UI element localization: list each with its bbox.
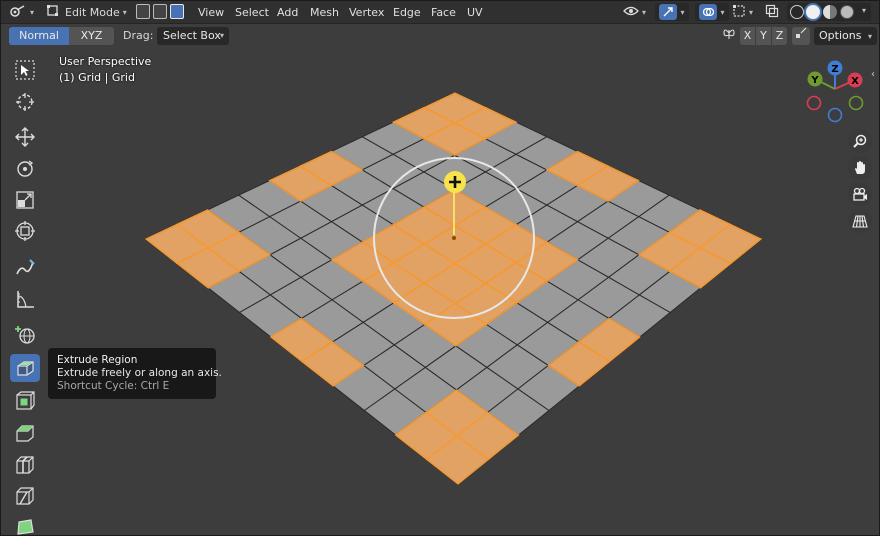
poly-build-icon	[17, 519, 34, 535]
z-axis-label: Z	[831, 64, 838, 75]
tool-cursor[interactable]	[10, 88, 40, 116]
rotate-icon	[17, 160, 34, 177]
grid-perspective-icon	[852, 215, 868, 228]
object-info: (1) Grid | Grid	[59, 71, 135, 84]
cursor-icon	[16, 93, 34, 111]
annotate-icon	[16, 259, 35, 275]
hand-icon	[855, 161, 865, 174]
sidebar-toggle-chevron-icon[interactable]: ‹	[871, 69, 879, 83]
navigation-gizmo[interactable]: Z X Y	[803, 57, 873, 123]
tooltip-title: Extrude Region	[57, 354, 138, 366]
select-box-icon	[15, 60, 35, 80]
add-object-icon	[15, 326, 35, 344]
zoom-icon	[853, 134, 867, 148]
tool-measure[interactable]	[10, 285, 40, 313]
x-axis-label: X	[851, 76, 859, 87]
knife-icon	[16, 487, 34, 505]
tooltip-shortcut: Shortcut Cycle: Ctrl E	[57, 380, 170, 392]
tool-loop-cut[interactable]	[10, 451, 40, 479]
zoom-view-button[interactable]	[848, 129, 872, 153]
view-name: User Perspective	[59, 55, 152, 68]
negative-x-axis-handle[interactable]	[806, 95, 822, 111]
tool-inset-faces[interactable]	[10, 387, 40, 415]
inset-faces-icon	[16, 391, 35, 410]
move-icon	[15, 127, 35, 147]
extrude-region-icon	[17, 361, 34, 376]
tool-transform[interactable]	[10, 217, 40, 245]
transform-icon	[15, 221, 35, 241]
tool-knife[interactable]	[10, 482, 40, 510]
scale-icon	[16, 191, 34, 209]
tool-extrude-region[interactable]	[10, 354, 40, 382]
tool-bevel[interactable]	[10, 419, 40, 447]
perspective-toggle-button[interactable]	[848, 209, 872, 233]
pan-view-button[interactable]	[848, 156, 872, 180]
negative-z-axis-handle[interactable]	[827, 107, 843, 123]
tooltip-description: Extrude freely or along an axis.	[57, 367, 222, 379]
tool-scale[interactable]	[10, 186, 40, 214]
tool-add-cube[interactable]	[10, 321, 40, 349]
extrude-pivot-point	[451, 235, 457, 241]
blender-window: ▾ Edit Mode ▾ View Select Add Mesh Verte…	[0, 0, 880, 536]
negative-y-axis-handle[interactable]	[848, 95, 864, 111]
tool-select-box[interactable]	[10, 56, 40, 84]
camera-view-button[interactable]	[848, 182, 872, 206]
tool-annotate[interactable]	[10, 254, 40, 282]
measure-icon	[17, 291, 34, 308]
camera-icon	[853, 187, 867, 201]
tool-rotate[interactable]	[10, 155, 40, 183]
y-axis-label: Y	[810, 75, 819, 86]
loop-cut-icon	[16, 456, 34, 474]
mesh-faces	[145, 92, 762, 485]
tool-move[interactable]	[10, 123, 40, 151]
tooltip: Extrude Region Extrude freely or along a…	[48, 348, 222, 399]
bevel-icon	[16, 425, 34, 442]
tool-poly-build[interactable]	[10, 513, 40, 535]
